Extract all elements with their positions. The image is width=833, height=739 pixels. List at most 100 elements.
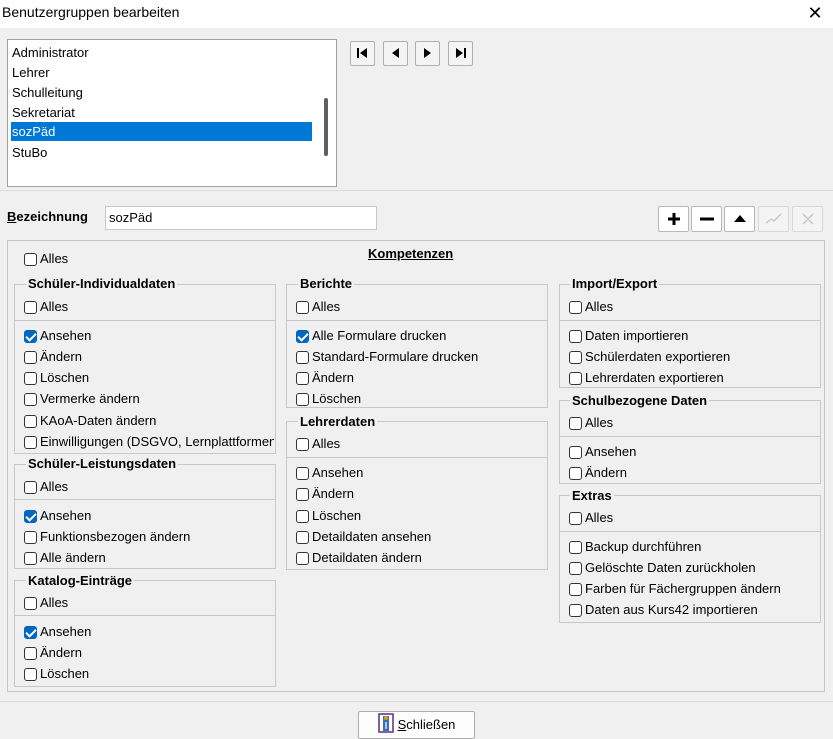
- checkbox-label: Ansehen: [40, 328, 92, 343]
- first-record-button[interactable]: [350, 41, 375, 66]
- berichte-standard-formulare-checkbox[interactable]: Standard-Formulare drucken: [296, 348, 478, 366]
- checkbox-box-checked: [24, 330, 37, 343]
- close-button[interactable]: Schließen: [358, 711, 475, 739]
- schulbezogen-ansehen-checkbox[interactable]: Ansehen: [569, 443, 636, 461]
- daten-importieren-checkbox[interactable]: Daten importieren: [569, 327, 688, 345]
- close-button-accel: S: [397, 717, 407, 732]
- bezeichnung-input[interactable]: sozPäd: [105, 206, 377, 230]
- lehrerdaten-exportieren-checkbox[interactable]: Lehrerdaten exportieren: [569, 369, 724, 387]
- bezeichnung-label: Bezeichnung: [7, 209, 88, 224]
- checkbox-box: [296, 488, 309, 501]
- checkbox-box: [296, 531, 309, 544]
- confirm-icon: [765, 213, 781, 224]
- list-item[interactable]: Administrator: [11, 43, 312, 62]
- checkbox-box: [24, 668, 37, 681]
- lehrerdaten-ansehen-checkbox[interactable]: Ansehen: [296, 464, 363, 482]
- kurs42-import-checkbox[interactable]: Daten aus Kurs42 importieren: [569, 601, 758, 619]
- lehrerdaten-detail-ansehen-checkbox[interactable]: Detaildaten ansehen: [296, 528, 431, 546]
- checkbox-label: Alles: [40, 479, 69, 494]
- schulbezogen-all-checkbox[interactable]: Alles: [569, 414, 613, 432]
- separator: [0, 701, 833, 702]
- add-button[interactable]: [658, 206, 689, 232]
- checkbox-box: [569, 417, 582, 430]
- lehrerdaten-all-checkbox[interactable]: Alles: [296, 435, 340, 453]
- first-record-icon: [357, 48, 367, 58]
- lehrerdaten-detail-aendern-checkbox[interactable]: Detaildaten ändern: [296, 549, 422, 567]
- list-item[interactable]: Schulleitung: [11, 83, 312, 102]
- checkbox-label: Alles: [312, 436, 341, 451]
- next-record-button[interactable]: [415, 41, 440, 66]
- checkbox-box-checked: [296, 330, 309, 343]
- move-up-button[interactable]: [724, 206, 755, 232]
- checkbox-label: Löschen: [40, 370, 90, 385]
- checkbox-label: Löschen: [312, 508, 362, 523]
- backup-checkbox[interactable]: Backup durchführen: [569, 538, 701, 556]
- list-item[interactable]: StuBo: [11, 143, 312, 162]
- all-competences-checkbox[interactable]: Alles: [24, 250, 68, 268]
- checkbox-box: [24, 481, 37, 494]
- checkbox-label: Lehrerdaten exportieren: [585, 370, 724, 385]
- katalog-aendern-checkbox[interactable]: Ändern: [24, 644, 82, 662]
- schueler-individual-kaoa-checkbox[interactable]: KAoA-Daten ändern: [24, 412, 156, 430]
- checkbox-box: [296, 351, 309, 364]
- list-item-selected[interactable]: sozPäd: [11, 122, 312, 141]
- schueler-leistung-ansehen-checkbox[interactable]: Ansehen: [24, 507, 91, 525]
- schueler-individual-aendern-checkbox[interactable]: Ändern: [24, 348, 82, 366]
- group-divider: [15, 320, 275, 321]
- bezeichnung-label-rest: ezeichnung: [16, 209, 88, 224]
- checkbox-label: Ansehen: [40, 624, 92, 639]
- previous-record-button[interactable]: [383, 41, 408, 66]
- checkbox-label: Ändern: [40, 349, 82, 364]
- checkbox-label: Alles: [40, 299, 69, 314]
- katalog-loeschen-checkbox[interactable]: Löschen: [24, 665, 89, 683]
- checkbox-box: [296, 393, 309, 406]
- schueler-individual-all-checkbox[interactable]: Alles: [24, 298, 68, 316]
- group-divider: [15, 615, 275, 616]
- group-title: Lehrerdaten: [298, 414, 378, 430]
- checkbox-label: Ansehen: [40, 508, 92, 523]
- schueler-individual-ansehen-checkbox[interactable]: Ansehen: [24, 327, 91, 345]
- schueler-individual-einwilligungen-checkbox[interactable]: Einwilligungen (DSGVO, Lernplattformen): [24, 433, 274, 451]
- checkbox-label: Ändern: [312, 370, 354, 385]
- schueler-individual-vermerke-checkbox[interactable]: Vermerke ändern: [24, 390, 140, 408]
- list-scrollbar-thumb[interactable]: [324, 98, 328, 156]
- checkbox-label: Detaildaten ändern: [312, 550, 422, 565]
- group-divider: [560, 320, 820, 321]
- checkbox-box: [569, 541, 582, 554]
- list-item[interactable]: Sekretariat: [11, 103, 312, 122]
- cancel-button[interactable]: [792, 206, 823, 232]
- geloeschte-daten-checkbox[interactable]: Gelöschte Daten zurückholen: [569, 559, 756, 577]
- schueler-leistung-funktionsbezogen-checkbox[interactable]: Funktionsbezogen ändern: [24, 528, 190, 546]
- window-title: Benutzergruppen bearbeiten: [2, 4, 180, 20]
- checkbox-box: [569, 562, 582, 575]
- berichte-alle-formulare-checkbox[interactable]: Alle Formulare drucken: [296, 327, 446, 345]
- close-icon[interactable]: ✕: [803, 1, 827, 25]
- extras-all-checkbox[interactable]: Alles: [569, 509, 613, 527]
- lehrerdaten-loeschen-checkbox[interactable]: Löschen: [296, 507, 361, 525]
- schueler-leistung-all-checkbox[interactable]: Alles: [24, 478, 68, 496]
- checkbox-label: Backup durchführen: [585, 539, 702, 554]
- schueler-individual-loeschen-checkbox[interactable]: Löschen: [24, 369, 89, 387]
- checkbox-box: [24, 351, 37, 364]
- group-title: Extras: [570, 488, 614, 504]
- remove-button[interactable]: [691, 206, 722, 232]
- group-divider: [287, 320, 547, 321]
- checkbox-box: [24, 436, 37, 449]
- berichte-loeschen-checkbox[interactable]: Löschen: [296, 390, 361, 408]
- schueler-leistung-alle-aendern-checkbox[interactable]: Alle ändern: [24, 549, 106, 567]
- import-export-all-checkbox[interactable]: Alles: [569, 298, 613, 316]
- last-record-button[interactable]: [448, 41, 473, 66]
- katalog-ansehen-checkbox[interactable]: Ansehen: [24, 623, 91, 641]
- lehrerdaten-aendern-checkbox[interactable]: Ändern: [296, 485, 354, 503]
- berichte-all-checkbox[interactable]: Alles: [296, 298, 340, 316]
- farben-faechergruppen-checkbox[interactable]: Farben für Fächergruppen ändern: [569, 580, 781, 598]
- confirm-button[interactable]: [758, 206, 789, 232]
- schuelerdaten-exportieren-checkbox[interactable]: Schülerdaten exportieren: [569, 348, 730, 366]
- berichte-aendern-checkbox[interactable]: Ändern: [296, 369, 354, 387]
- checkbox-label: Löschen: [312, 391, 362, 406]
- katalog-all-checkbox[interactable]: Alles: [24, 594, 68, 612]
- add-icon: [667, 213, 680, 225]
- schulbezogen-aendern-checkbox[interactable]: Ändern: [569, 464, 627, 482]
- groups-listbox[interactable]: Administrator Lehrer Schulleitung Sekret…: [7, 39, 337, 187]
- list-item[interactable]: Lehrer: [11, 63, 312, 82]
